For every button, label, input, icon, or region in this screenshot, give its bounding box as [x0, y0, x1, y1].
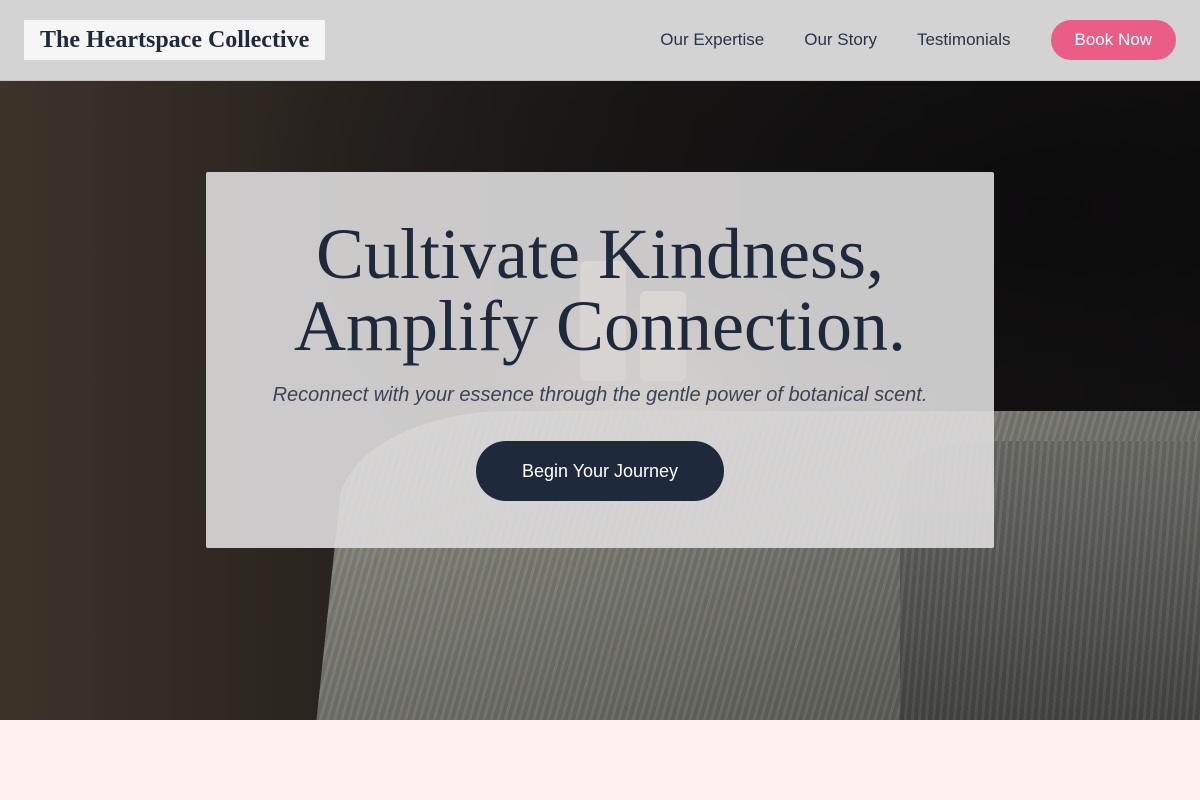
hero-subtitle: Reconnect with your essence through the …: [272, 384, 928, 406]
main-nav: Our Expertise Our Story Testimonials Boo…: [660, 20, 1176, 60]
site-header: The Heartspace Collective Our Expertise …: [0, 0, 1200, 81]
nav-link-our-story[interactable]: Our Story: [804, 30, 877, 50]
hero-title-line-1: Cultivate Kindness,: [316, 214, 884, 294]
hero-title-line-2: Amplify Connection.: [294, 286, 906, 366]
hero-card: Cultivate Kindness, Amplify Connection. …: [206, 172, 994, 548]
book-now-button[interactable]: Book Now: [1050, 20, 1176, 60]
begin-journey-button[interactable]: Begin Your Journey: [476, 441, 724, 501]
hero-section: Cultivate Kindness, Amplify Connection. …: [0, 81, 1200, 720]
nav-link-testimonials[interactable]: Testimonials: [917, 30, 1011, 50]
hero-title: Cultivate Kindness, Amplify Connection.: [294, 218, 906, 362]
brand-logo[interactable]: The Heartspace Collective: [24, 20, 326, 60]
next-section: [0, 720, 1200, 800]
nav-link-our-expertise[interactable]: Our Expertise: [660, 30, 764, 50]
